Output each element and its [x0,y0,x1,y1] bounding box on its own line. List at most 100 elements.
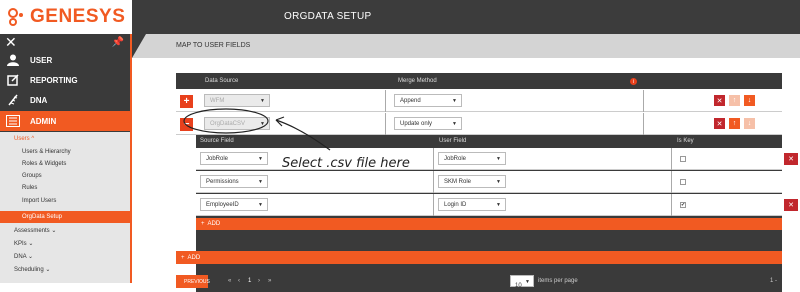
sidebar-item-user[interactable]: USER [0,50,130,70]
submenu-section-assessments[interactable]: Assessments ⌄ [0,224,130,236]
field-mapping-row: Permissions ▼ SKM Role ▼ [196,171,782,193]
merge-method-select[interactable]: Append ▼ [394,94,462,107]
sidebar-item-reporting[interactable]: REPORTING [0,70,130,90]
column-header-source-field: Source Field [200,138,234,144]
caret-down-icon: ▼ [452,121,457,127]
submenu-heading-users[interactable]: Users ^ [0,134,34,144]
pin-icon[interactable]: 📌 [112,37,124,48]
section-title: MAP TO USER FIELDS [176,42,251,49]
items-per-page-select[interactable]: 10 ▼ [510,275,534,289]
source-field-select[interactable]: JobRole ▼ [200,152,268,165]
merge-method-cell: Append ▼ [386,90,644,112]
move-down-icon[interactable]: ↓ [744,118,755,129]
user-field-cell: JobRole ▼ [434,148,672,170]
submenu-item-orgdata-setup[interactable]: OrgData Setup [0,211,130,223]
submenu-item-roles-widgets[interactable]: Roles & Widgets [0,158,130,170]
submenu-item-rules[interactable]: Rules [0,182,130,194]
source-field-value: JobRole [206,155,229,162]
caret-down-icon: ▼ [452,98,457,104]
merge-method-select[interactable]: Update only ▼ [394,117,462,130]
user-icon [6,53,20,67]
source-field-value: EmployeeID [206,201,239,208]
source-field-select[interactable]: Permissions ▼ [200,175,268,188]
page-range: 1 - [770,278,778,284]
caret-down-icon: ▼ [260,98,265,104]
caret-down-icon: ▼ [496,156,501,162]
caret-down-icon: ▼ [258,179,263,185]
delete-icon[interactable]: ✕ [714,118,725,129]
column-header-is-key: Is Key [677,138,694,144]
next-page-icon[interactable]: › [258,278,260,284]
data-source-select[interactable]: WFM ▼ [204,94,270,107]
annotation-text: Select .csv file here [282,156,410,171]
sidebar-item-dna[interactable]: DNA [0,90,130,110]
collapse-row-button[interactable]: − [180,118,193,131]
sidebar: GENESYS ✕ 📌 USER REPORTING DNA ADMIN Use… [0,0,132,283]
source-field-select[interactable]: EmployeeID ▼ [200,198,268,211]
is-key-checkbox[interactable] [680,179,686,185]
add-data-source-label: ADD [187,254,201,261]
data-source-cell: OrgDataCSV ▼ [196,113,386,135]
submenu-section-scheduling[interactable]: Scheduling ⌄ [0,263,130,275]
user-field-cell: Login ID ▼ [434,194,672,216]
info-icon[interactable]: i [630,78,637,85]
submenu-item-groups[interactable]: Groups [0,170,130,182]
column-header-user-field: User Field [439,138,467,144]
sub-header: MAP TO USER FIELDS [132,34,800,58]
data-source-table-header: Data Source Merge Method i [176,73,782,89]
caret-down-icon: ▼ [496,202,501,208]
row-actions: ✕ ↑ ↓ [644,113,782,135]
pagination: « ‹ 1 › » 10 ▼ items per page 1 - [196,271,782,291]
sidebar-item-label: DNA [30,95,48,105]
brand-logo[interactable]: GENESYS [0,0,132,34]
sidebar-item-label: REPORTING [30,75,78,85]
last-page-icon[interactable]: » [268,278,271,284]
add-field-label: ADD [207,221,221,227]
move-up-icon[interactable]: ↑ [729,118,740,129]
add-field-button[interactable]: + ADD [196,218,782,230]
current-page[interactable]: 1 [248,278,251,284]
items-per-page-label: items per page [538,278,578,284]
is-key-checkbox[interactable]: ✔ [680,202,686,208]
user-field-value: Login ID [444,201,467,208]
caret-down-icon: ▼ [260,121,265,127]
add-data-source-button[interactable]: + ADD [176,251,782,264]
delete-field-icon[interactable]: ✕ [784,153,798,165]
column-header-data-source: Data Source [205,78,239,84]
move-up-icon[interactable]: ↑ [729,95,740,106]
field-mapping-header: Source Field User Field Is Key [196,135,782,147]
data-source-cell: WFM ▼ [196,90,386,112]
previous-button[interactable]: PREVIOUS [176,275,210,288]
merge-method-cell: Update only ▼ [386,113,644,135]
source-field-value: Permissions [206,178,239,185]
submenu-item-users-hierarchy[interactable]: Users & Hierarchy [0,146,130,158]
user-field-cell: SKM Role ▼ [434,171,672,193]
delete-icon[interactable]: ✕ [714,95,725,106]
first-page-icon[interactable]: « [228,278,231,284]
data-source-select[interactable]: OrgDataCSV ▼ [204,117,270,130]
submenu-section-dna[interactable]: DNA ⌄ [0,250,130,262]
move-down-icon[interactable]: ↓ [744,95,755,106]
dna-icon [6,93,20,107]
is-key-checkbox[interactable] [680,156,686,162]
submenu-section-kpis[interactable]: KPIs ⌄ [0,237,130,249]
user-field-select[interactable]: JobRole ▼ [438,152,506,165]
user-field-value: JobRole [444,155,467,162]
submenu-item-import-users[interactable]: Import Users [0,195,130,207]
app-frame: GENESYS ✕ 📌 USER REPORTING DNA ADMIN Use… [0,0,800,292]
sidebar-item-admin[interactable]: ADMIN [0,111,130,131]
caret-down-icon: ▼ [258,156,263,162]
sidebar-item-label: USER [30,55,53,65]
close-icon[interactable]: ✕ [5,34,17,51]
delete-field-icon[interactable]: ✕ [784,199,798,211]
source-field-cell: EmployeeID ▼ [196,194,434,216]
prev-page-icon[interactable]: ‹ [238,278,240,284]
caret-down-icon: ▼ [525,279,530,285]
genesys-logo-icon [6,7,28,27]
brand-name: GENESYS [30,6,126,27]
user-field-select[interactable]: Login ID ▼ [438,198,506,211]
row-actions: ✕ ↑ ↓ [644,90,782,112]
expand-row-button[interactable]: + [180,95,193,108]
plus-icon: + [201,221,205,227]
user-field-select[interactable]: SKM Role ▼ [438,175,506,188]
